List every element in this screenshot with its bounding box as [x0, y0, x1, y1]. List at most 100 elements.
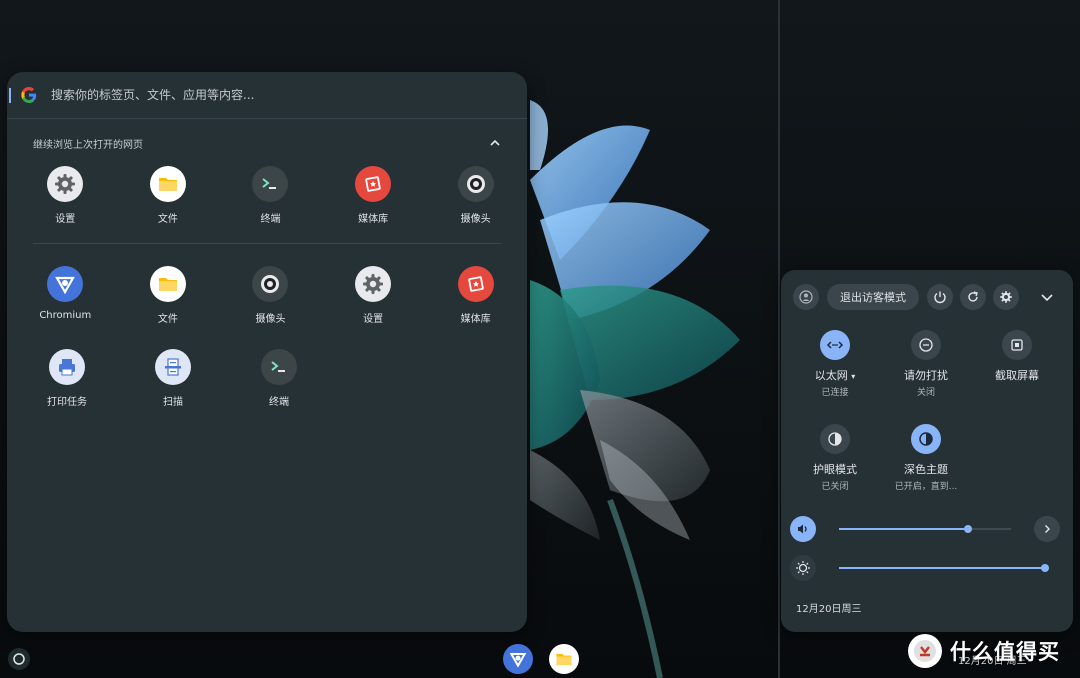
brightness-slider-thumb[interactable]: [1041, 564, 1049, 572]
shelf-chromium[interactable]: [503, 644, 533, 674]
app-chromium[interactable]: Chromium: [14, 266, 117, 325]
brightness-slider[interactable]: [839, 564, 1049, 572]
screen-capture-icon: [1002, 330, 1032, 360]
search-input[interactable]: [49, 87, 527, 103]
scanner-icon: [155, 349, 191, 385]
app-label: 文件: [157, 314, 178, 325]
app-label: Chromium: [39, 310, 92, 321]
volume-icon[interactable]: [790, 516, 816, 542]
audio-settings-button[interactable]: [1034, 516, 1060, 542]
exit-guest-button[interactable]: 退出访客模式: [827, 284, 919, 310]
app-gallery[interactable]: 媒体库: [424, 266, 527, 325]
watermark-text: 什么值得买: [950, 640, 1060, 664]
app-gallery[interactable]: 媒体库: [322, 166, 425, 225]
restart-button[interactable]: [960, 284, 986, 310]
app-camera[interactable]: 摄像头: [219, 266, 322, 325]
app-print-jobs[interactable]: 打印任务: [14, 349, 120, 408]
volume-slider-row: [790, 516, 1066, 542]
settings-button[interactable]: [993, 284, 1019, 310]
dark-theme-icon: [911, 424, 941, 454]
night-light-tile[interactable]: 护眼模式 已关闭: [789, 424, 881, 492]
refresh-icon: [968, 291, 978, 302]
ethernet-label-text: 以太网: [814, 369, 848, 382]
folder-icon: [149, 266, 186, 302]
app-files[interactable]: 文件: [117, 166, 220, 225]
brightness-icon: [790, 555, 816, 581]
launcher-button[interactable]: [8, 648, 30, 670]
app-camera[interactable]: 摄像头: [424, 166, 527, 225]
all-apps-row-2: 打印任务 扫描 终端: [7, 349, 527, 408]
all-apps-row-1: Chromium 文件 摄像头 设置 媒体库: [7, 266, 527, 325]
gear-icon: [355, 266, 392, 302]
shelf-files[interactable]: [549, 644, 579, 674]
app-settings[interactable]: 设置: [322, 266, 425, 325]
night-light-status: 已关闭: [821, 482, 849, 492]
printer-icon: [49, 349, 85, 385]
continue-section-header: 继续浏览上次打开的网页: [7, 135, 527, 151]
app-scan[interactable]: 扫描: [120, 349, 226, 408]
section-divider: [33, 243, 501, 244]
quick-settings-header: 退出访客模式: [793, 284, 1019, 310]
gear-icon: [1000, 291, 1012, 303]
terminal-icon: [252, 166, 289, 202]
focus-indicator: [9, 88, 11, 103]
watermark: 什么值得买: [908, 634, 1060, 668]
google-icon: [21, 87, 37, 103]
ethernet-tile-label: 以太网 ▾: [815, 367, 856, 383]
app-settings[interactable]: 设置: [14, 166, 117, 225]
power-button[interactable]: [927, 284, 953, 310]
ethernet-status: 已连接: [821, 388, 849, 398]
night-light-label: 护眼模式: [813, 463, 857, 476]
ethernet-icon: [820, 330, 850, 360]
volume-slider[interactable]: [839, 525, 1011, 533]
brightness-slider-fill: [839, 567, 1045, 569]
dark-theme-status: 已开启，直到...: [894, 482, 958, 492]
app-files[interactable]: 文件: [117, 266, 220, 325]
camera-icon: [457, 166, 494, 202]
launcher-search-bar[interactable]: [7, 72, 527, 119]
volume-slider-thumb[interactable]: [964, 525, 972, 533]
app-label: 文件: [157, 214, 178, 225]
gallery-icon: [457, 266, 494, 302]
ethernet-tile[interactable]: 以太网 ▾ 已连接: [789, 330, 881, 398]
dark-theme-tile[interactable]: 深色主题 已开启，直到...: [880, 424, 972, 492]
camera-icon: [252, 266, 289, 302]
app-label: 打印任务: [47, 397, 87, 408]
dark-theme-label: 深色主题: [904, 463, 948, 476]
app-label: 设置: [363, 314, 384, 325]
power-icon: [934, 291, 946, 304]
continue-section-title: 继续浏览上次打开的网页: [33, 139, 143, 151]
caret-down-icon[interactable]: ▾: [851, 372, 855, 381]
user-icon: [799, 290, 813, 304]
quick-settings-date[interactable]: 12月20日周三: [796, 600, 861, 615]
terminal-icon: [261, 349, 297, 385]
avatar[interactable]: [793, 284, 819, 310]
brightness-slider-row: [790, 555, 1066, 581]
chevron-up-icon[interactable]: [489, 137, 501, 149]
app-terminal[interactable]: 终端: [226, 349, 332, 408]
gear-icon: [47, 166, 84, 202]
screen-capture-label: 截取屏幕: [995, 369, 1039, 382]
app-label: 终端: [260, 214, 281, 225]
screen-capture-tile[interactable]: 截取屏幕: [971, 330, 1063, 383]
do-not-disturb-status: 关闭: [916, 388, 935, 398]
do-not-disturb-tile[interactable]: 请勿打扰 关闭: [880, 330, 972, 398]
do-not-disturb-label: 请勿打扰: [904, 369, 948, 382]
app-label: 媒体库: [460, 314, 491, 325]
app-label: 媒体库: [358, 214, 389, 225]
recent-apps-row: 设置 文件 终端 媒体库 摄像头: [7, 166, 527, 225]
app-label: 摄像头: [255, 314, 286, 325]
gallery-icon: [355, 166, 392, 202]
night-light-icon: [820, 424, 850, 454]
app-terminal[interactable]: 终端: [219, 166, 322, 225]
app-label: 设置: [55, 214, 76, 225]
app-label: 终端: [269, 397, 289, 408]
app-label: 扫描: [163, 397, 183, 408]
chevron-down-icon[interactable]: [1039, 289, 1055, 305]
watermark-logo-icon: [908, 634, 942, 668]
window-split-divider[interactable]: [778, 0, 780, 678]
app-launcher: 继续浏览上次打开的网页 设置 文件 终端 媒: [7, 72, 527, 632]
do-not-disturb-icon: [911, 330, 941, 360]
quick-settings-panel: 退出访客模式 以太网 ▾ 已连接 请勿打扰 关闭 截取屏幕 护眼模式 已关闭 深…: [781, 270, 1073, 632]
chromium-icon: [509, 653, 527, 668]
